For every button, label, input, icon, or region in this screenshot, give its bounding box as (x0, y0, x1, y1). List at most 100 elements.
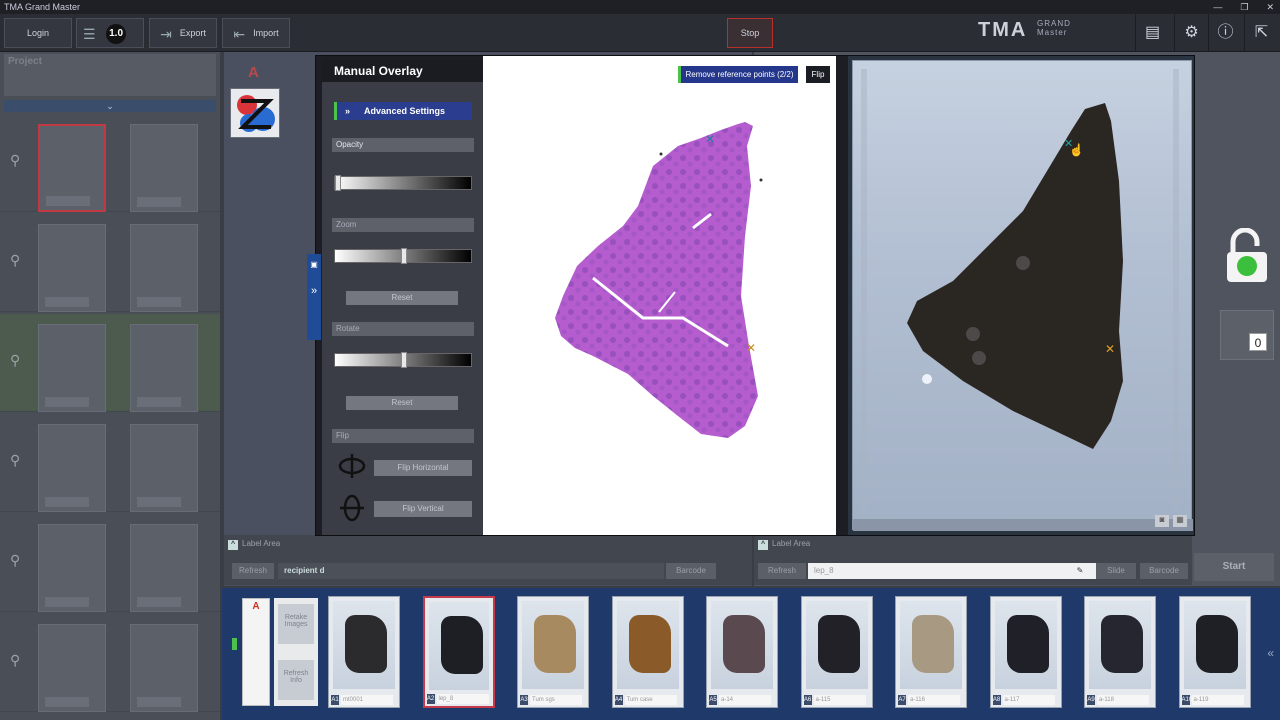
left-slide[interactable] (130, 524, 198, 612)
rotate-slider[interactable] (334, 352, 472, 368)
slide-caption (45, 597, 89, 607)
slide-tissue (440, 616, 483, 674)
strip-slide[interactable]: A6 a-115 (800, 596, 873, 708)
slide-glass (805, 601, 868, 689)
flip-horizontal-button[interactable]: Flip Horizontal (374, 460, 472, 476)
slide-label: Tum sgs (530, 695, 582, 705)
unlock-icon[interactable] (1225, 227, 1269, 284)
label-area-title-text: Label Area (242, 539, 281, 548)
exit-icon[interactable]: ⇱ (1244, 14, 1278, 52)
left-slide[interactable] (130, 424, 198, 512)
rotate-slider-thumb[interactable] (401, 352, 407, 368)
camera-icon[interactable]: ◙ (1155, 515, 1169, 527)
start-button[interactable]: Start (1194, 553, 1274, 581)
z-logo-icon[interactable] (230, 88, 280, 138)
export-icon: ⇥ (160, 25, 172, 42)
brand-logo: TMA (978, 19, 1028, 41)
double-chevron-icon: » (345, 106, 351, 116)
gear-icon[interactable]: ⚙ (1174, 14, 1208, 52)
advanced-settings-button[interactable]: » Advanced Settings (334, 102, 472, 120)
recipient-image-view[interactable]: ✕ ✕ ☝ ▦ ◙ (848, 56, 1194, 535)
left-slide[interactable] (130, 224, 198, 312)
strip-slide[interactable]: A4 Tum case (611, 596, 684, 708)
strip-slide[interactable]: A2 lep_8 (422, 596, 495, 708)
refresh-button[interactable]: Refresh (232, 563, 274, 579)
label-area-title-text: Label Area (772, 539, 811, 548)
strip-slide[interactable]: A5 a-14 (706, 596, 778, 708)
slide-position: A2 (426, 694, 435, 704)
scanner-icon[interactable]: ▤ (1135, 14, 1169, 52)
left-row: ⚲ (0, 214, 220, 312)
zoom-control[interactable]: ☰ 1.0 (76, 18, 144, 48)
grid-icon[interactable]: ▦ (1173, 515, 1187, 527)
label-area-title[interactable]: ^ Label Area (228, 539, 280, 550)
manual-overlay-dialog: Manual Overlay » Advanced Settings Opaci… (307, 55, 1195, 536)
donor-image-view[interactable]: Remove reference points (2/2) Flip ✕ ✕ (483, 56, 836, 535)
strip-slide[interactable]: A3 Tum sgs (517, 596, 589, 708)
left-slide[interactable] (38, 424, 106, 512)
pin-icon[interactable]: ⚲ (10, 252, 20, 269)
refresh-button[interactable]: Refresh (758, 563, 806, 579)
expand-sidebar-tab[interactable]: ▣ » (307, 254, 321, 340)
pin-icon[interactable]: ⚲ (10, 652, 20, 669)
svg-text:✕: ✕ (705, 132, 715, 146)
slide-position: A8 (992, 695, 1001, 705)
collapse-icon[interactable]: ^ (228, 540, 238, 550)
zoom-reset-button[interactable]: Reset (346, 291, 458, 305)
left-slide[interactable] (38, 324, 106, 412)
brand-logo-sub: GRAND Master (1037, 19, 1071, 37)
left-slide[interactable] (130, 324, 198, 412)
collapse-chevron-icon[interactable]: ⌄ (4, 100, 216, 112)
left-slide[interactable] (130, 124, 198, 212)
left-slide[interactable] (38, 524, 106, 612)
login-button[interactable]: Login (4, 18, 72, 48)
flip-horizontal-icon[interactable] (338, 452, 366, 480)
pin-icon[interactable]: ⚲ (10, 352, 20, 369)
minimize-icon[interactable]: — (1213, 0, 1222, 14)
export-button[interactable]: ⇥ Export (149, 18, 217, 48)
refresh-info-button[interactable]: Refresh Info (278, 660, 314, 700)
export-label: Export (179, 28, 206, 38)
pencil-icon[interactable]: ✎ (1072, 563, 1088, 579)
barcode-button[interactable]: Barcode (666, 563, 716, 579)
strip-slide[interactable]: A10 a-119 (1178, 596, 1251, 708)
close-icon[interactable]: ✕ (1266, 0, 1274, 14)
slide-glass (900, 601, 962, 689)
zoom-slider-thumb[interactable] (401, 248, 407, 264)
slide-button[interactable]: Slide (1096, 563, 1136, 579)
left-slide[interactable] (38, 124, 106, 212)
retake-images-button[interactable]: Retake Images (278, 604, 314, 644)
barcode-button[interactable]: Barcode (1140, 563, 1188, 579)
slide-label: a-115 (813, 695, 866, 705)
left-slide[interactable] (38, 224, 106, 312)
slide-glass (711, 601, 773, 689)
pin-icon[interactable]: ⚲ (10, 452, 20, 469)
strip-slide[interactable]: A8 a-117 (989, 596, 1062, 708)
slide-tissue (1195, 615, 1238, 673)
zoom-slider[interactable] (334, 248, 472, 264)
collapse-icon[interactable]: ^ (758, 540, 768, 550)
flip-vertical-button[interactable]: Flip Vertical (374, 501, 472, 517)
scroll-left-icon[interactable]: « (1267, 646, 1274, 660)
pin-icon[interactable]: ⚲ (10, 552, 20, 569)
label-input[interactable]: recipient d (278, 563, 664, 579)
stop-button[interactable]: Stop (727, 18, 773, 48)
login-label: Login (26, 28, 50, 38)
flip-vertical-icon[interactable] (338, 494, 366, 522)
strip-slide[interactable]: A1 mt0001 (328, 596, 400, 708)
strip-row-header: A (242, 598, 270, 706)
pin-icon[interactable]: ⚲ (10, 152, 20, 169)
label-input[interactable]: lep_8 (808, 563, 1098, 579)
strip-slide[interactable]: A9 a-118 (1084, 596, 1156, 708)
left-slide[interactable] (130, 624, 198, 712)
import-button[interactable]: ⇤ Import (222, 18, 290, 48)
label-area-right: ^ Label Area Refresh lep_8 ✎ Slide Barcod… (754, 535, 1192, 585)
label-area-title[interactable]: ^ Label Area (758, 539, 810, 550)
strip-slide[interactable]: A7 a-116 (895, 596, 967, 708)
left-slide[interactable] (38, 624, 106, 712)
alert-icon[interactable]: ⓘ (1208, 14, 1242, 52)
opacity-slider-thumb[interactable] (335, 175, 341, 191)
rotate-reset-button[interactable]: Reset (346, 396, 458, 410)
opacity-slider[interactable] (334, 175, 472, 191)
restore-icon[interactable]: ❐ (1240, 0, 1248, 14)
